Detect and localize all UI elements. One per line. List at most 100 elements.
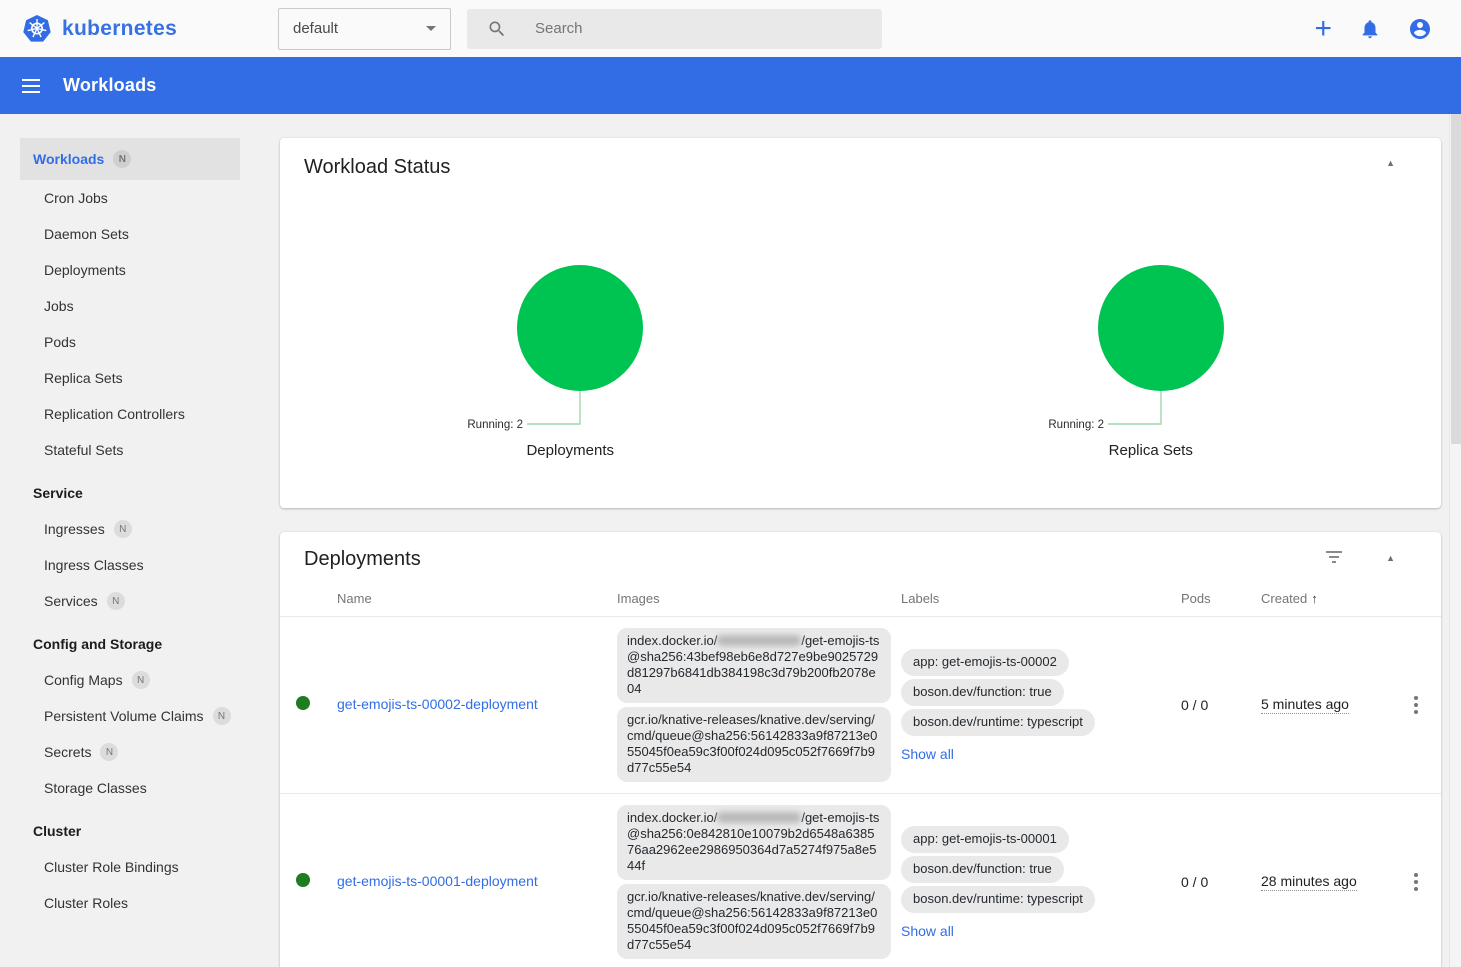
search-input[interactable] [535,20,835,37]
namespaced-badge: N [114,520,132,538]
main-area: Workload Status ▲ Running: 2DeploymentsR… [280,114,1461,967]
content: WorkloadsNCron JobsDaemon SetsDeployment… [0,114,1461,967]
sidebar-item-label: Cron Jobs [44,190,108,206]
deployments-card: Deployments ▲ Name Images Labels [280,532,1441,967]
kubernetes-logo-icon [22,14,52,44]
create-button[interactable]: + [1314,15,1332,43]
namespaced-badge: N [100,743,118,761]
sidebar-item-workloads[interactable]: WorkloadsN [20,138,240,180]
sidebar-item-label: Storage Classes [44,780,147,796]
kebab-menu-icon[interactable] [1410,869,1422,895]
sidebar-section-config-and-storage: Config and Storage [20,626,240,662]
col-name[interactable]: Name [337,591,617,606]
image-chip: index.docker.io//get-emojis-ts@sha256:0e… [617,805,891,880]
callout-line [527,391,580,424]
bell-icon [1359,18,1381,40]
filter-button[interactable] [1325,550,1343,565]
created-value: 5 minutes ago [1261,696,1349,714]
created-value: 28 minutes ago [1261,873,1357,891]
sidebar-item-stateful-sets[interactable]: Stateful Sets [20,432,240,468]
show-all-link[interactable]: Show all [901,923,954,939]
scrollbar[interactable] [1449,114,1461,967]
deployment-name-link[interactable]: get-emojis-ts-00002-deployment [337,696,538,712]
label-chip: boson.dev/runtime: typescript [901,709,1095,736]
collapse-card-icon[interactable]: ▲ [1386,553,1395,563]
deployment-name-link[interactable]: get-emojis-ts-00001-deployment [337,873,538,889]
sidebar-item-label: Cluster Role Bindings [44,859,179,875]
col-labels[interactable]: Labels [901,591,1181,606]
chevron-down-icon [426,26,436,31]
sidebar-item-jobs[interactable]: Jobs [20,288,240,324]
image-chip: index.docker.io//get-emojis-ts@sha256:43… [617,628,891,703]
namespaced-badge: N [132,671,150,689]
sidebar-item-ingress-classes[interactable]: Ingress Classes [20,547,240,583]
brand-name: kubernetes [62,17,177,41]
sidebar-item-replication-controllers[interactable]: Replication Controllers [20,396,240,432]
sidebar-section-cluster: Cluster [20,813,240,849]
sidebar-item-label: Pods [44,334,76,350]
sidebar-item-secrets[interactable]: Secrets N [20,734,240,770]
namespaced-badge: N [107,592,125,610]
workload-status-title: Workload Status [304,154,450,180]
sidebar-item-label: Secrets [44,744,91,760]
sidebar-item-cron-jobs[interactable]: Cron Jobs [20,180,240,216]
sidebar-item-cluster-role-bindings[interactable]: Cluster Role Bindings [20,849,240,885]
collapse-card-icon[interactable]: ▲ [1386,158,1395,168]
status-running-icon [296,696,310,710]
sidebar-item-cluster-roles[interactable]: Cluster Roles [20,885,240,921]
menu-icon[interactable] [22,75,40,97]
sidebar-item-label: Ingress Classes [44,557,144,573]
callout-line [1108,391,1161,424]
image-chip: gcr.io/knative-releases/knative.dev/serv… [617,707,891,782]
col-created[interactable]: Created↑ [1261,591,1391,606]
sidebar-item-label: Cluster Roles [44,895,128,911]
deployment-row: get-emojis-ts-00002-deployment index.dock… [280,616,1441,793]
label-chip: app: get-emojis-ts-00001 [901,826,1069,853]
sidebar-item-ingresses[interactable]: IngressesN [20,511,240,547]
sidebar-item-deployments[interactable]: Deployments [20,252,240,288]
pie-slice-running [1098,265,1224,391]
search-icon [487,19,507,39]
filter-list-icon [1325,550,1343,565]
workload-chart-deployments: Running: 2Deployments [280,180,861,459]
sidebar-item-storage-classes[interactable]: Storage Classes [20,770,240,806]
sidebar-item-label: Persistent Volume Claims [44,708,204,724]
workload-chart-replica-sets: Running: 2Replica Sets [861,180,1442,459]
table-header: Name Images Labels Pods Created↑ [280,580,1441,616]
account-button[interactable] [1408,17,1432,41]
sidebar-item-label: Jobs [44,298,74,314]
deployments-title: Deployments [304,546,421,572]
sidebar-item-label: Config Maps [44,672,123,688]
notifications-button[interactable] [1359,18,1381,40]
sidebar-item-persistent-volume-claims[interactable]: Persistent Volume Claims N [20,698,240,734]
sidebar-item-label: Service [33,485,83,501]
pie-slice-running [517,265,643,391]
sidebar-item-label: Config and Storage [33,636,162,652]
topbar-actions: + [1314,15,1432,43]
status-running-icon [296,873,310,887]
namespace-selector[interactable]: default [278,8,451,50]
brand[interactable]: kubernetes [22,14,278,44]
top-bar: kubernetes default + [0,0,1461,57]
pods-value: 0 / 0 [1181,697,1261,713]
col-pods[interactable]: Pods [1181,591,1261,606]
col-images[interactable]: Images [617,591,901,606]
sidebar-item-services[interactable]: Services N [20,583,240,619]
scrollbar-thumb[interactable] [1451,114,1461,444]
sidebar-item-config-maps[interactable]: Config Maps N [20,662,240,698]
sidebar-item-pods[interactable]: Pods [20,324,240,360]
label-chip: boson.dev/function: true [901,856,1064,883]
account-circle-icon [1408,17,1432,41]
workload-status-card: Workload Status ▲ Running: 2DeploymentsR… [280,138,1441,508]
image-chip: gcr.io/knative-releases/knative.dev/serv… [617,884,891,959]
sidebar-section-service: Service [20,475,240,511]
sidebar-item-label: Workloads [33,151,104,167]
sidebar-item-replica-sets[interactable]: Replica Sets [20,360,240,396]
sidebar-nav: WorkloadsNCron JobsDaemon SetsDeployment… [0,114,280,967]
sidebar-item-daemon-sets[interactable]: Daemon Sets [20,216,240,252]
sidebar-item-label: Stateful Sets [44,442,123,458]
namespaced-badge: N [213,707,231,725]
show-all-link[interactable]: Show all [901,746,954,762]
kebab-menu-icon[interactable] [1410,692,1422,718]
sidebar-item-label: Services [44,593,98,609]
